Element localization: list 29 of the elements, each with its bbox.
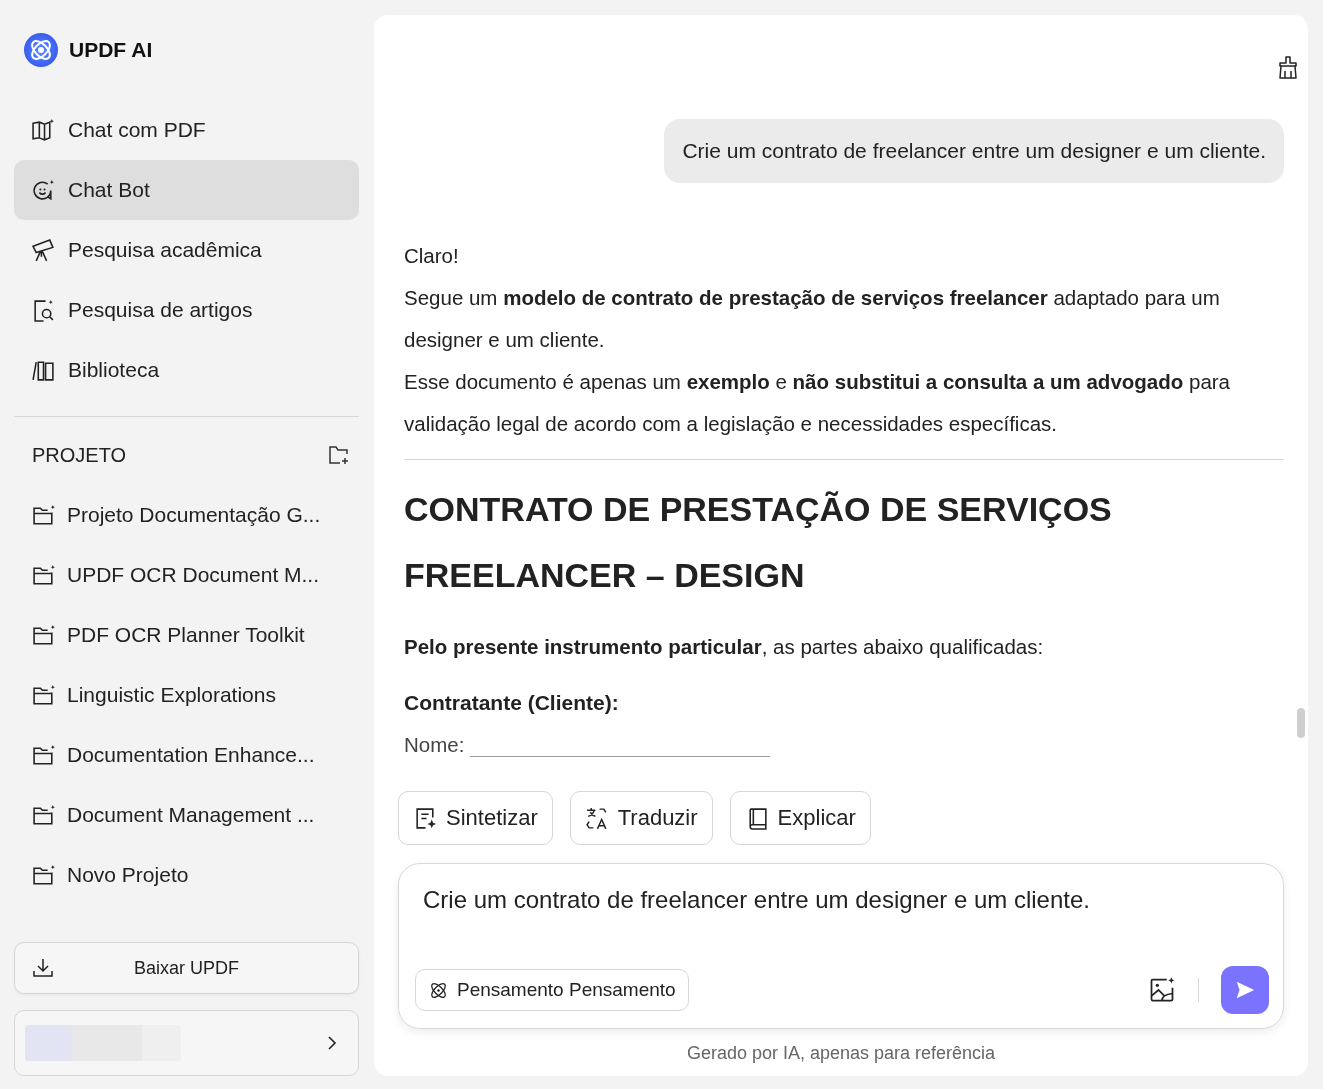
- sidebar-item[interactable]: Biblioteca: [14, 340, 359, 400]
- message-input[interactable]: Crie um contrato de freelancer entre um designer e um cliente.: [423, 886, 1269, 914]
- app-title: UPDF AI: [69, 38, 153, 62]
- sidebar-item[interactable]: Chat Bot: [14, 160, 359, 220]
- project-item[interactable]: Document Management ...: [14, 785, 359, 845]
- reply-paragraph: Segue um modelo de contrato de prestação de serviços freelancer adaptado para um designer e um cliente.: [404, 285, 1221, 353]
- sidebar-item[interactable]: Pesquisa de artigos: [14, 280, 359, 340]
- project-item[interactable]: PDF OCR Planner Toolkit: [14, 605, 359, 665]
- action-button[interactable]: Explicar: [729, 791, 871, 845]
- intro-paragraph: Pelo presente instrumento particular, as partes abaixo qualificadas:: [404, 634, 1045, 660]
- project-item[interactable]: Novo Projeto: [14, 845, 359, 905]
- project-item[interactable]: Projeto Documentação G...: [14, 485, 359, 545]
- section-title: PROJETO: [32, 443, 127, 467]
- sidebar-item[interactable]: Chat com PDF: [14, 100, 359, 160]
- project-item[interactable]: Linguistic Explorations: [14, 665, 359, 725]
- download-button[interactable]: Baixar UPDF: [14, 942, 359, 994]
- action-button[interactable]: Sintetizar: [398, 791, 553, 845]
- disclaimer-text: Gerado por IA, apenas para referência: [685, 1042, 997, 1065]
- reply-paragraph: Claro!: [404, 243, 460, 269]
- contract-heading: CONTRATO DE PRESTAÇÃO DE SERVIÇOS FREELANCER – DESIGN: [404, 489, 1113, 596]
- project-item[interactable]: Documentation Enhance...: [14, 725, 359, 785]
- field-label: Nome:: [404, 732, 465, 758]
- thinking-mode-button[interactable]: Pensamento Pensamento: [415, 969, 689, 1011]
- project-item[interactable]: UPDF OCR Document M...: [14, 545, 359, 605]
- sidebar-item[interactable]: Pesquisa acadêmica: [14, 220, 359, 280]
- action-button[interactable]: Traduzir: [569, 791, 713, 845]
- reply-paragraph: Esse documento é apenas um exemplo e não substitui a consulta a um advogado para validação legal de acordo com a legislação e necessidades específicas.: [404, 369, 1232, 437]
- user-message: Crie um contrato de freelancer entre um designer e um cliente.: [664, 119, 1284, 183]
- party-title: Contratante (Cliente):: [404, 690, 620, 716]
